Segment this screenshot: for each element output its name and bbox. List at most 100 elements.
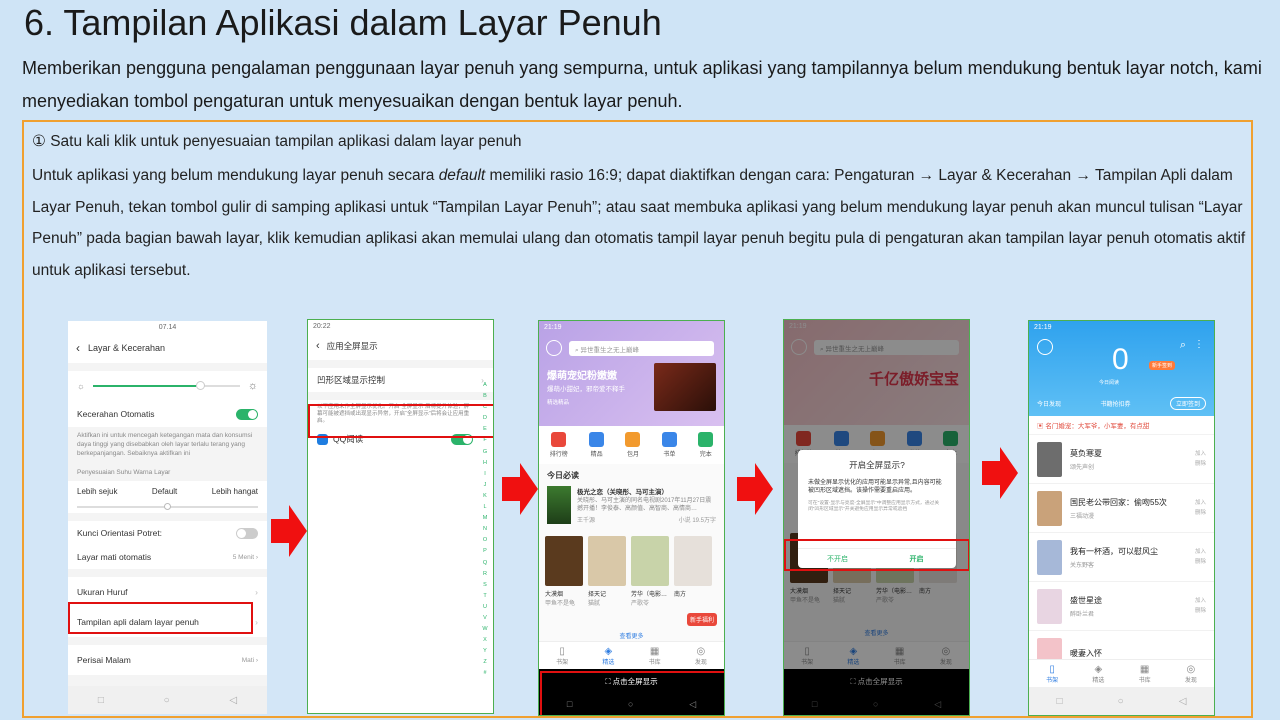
rotation-lock-label: Kunci Orientasi Potret:: [77, 528, 163, 538]
alphabet-letter[interactable]: W: [481, 624, 489, 635]
alphabet-letter[interactable]: Z: [481, 657, 489, 668]
recent-apps-icon[interactable]: □: [98, 695, 104, 706]
auto-brightness-row[interactable]: Kecerahan Otomatis: [68, 401, 267, 427]
warmer-label[interactable]: Lebih hangat: [212, 487, 258, 496]
back-icon[interactable]: ‹: [76, 341, 80, 355]
notch-control-row[interactable]: 凹形区域显示控制 ›: [308, 368, 493, 392]
alphabet-letter[interactable]: R: [481, 569, 489, 580]
recent-apps-icon[interactable]: □: [1057, 696, 1063, 707]
tab-item[interactable]: ▯ 书架: [1046, 664, 1058, 684]
auto-brightness-toggle[interactable]: [236, 408, 258, 420]
tab-item[interactable]: ◈ 精选: [1092, 664, 1104, 684]
more-icon[interactable]: ⋮: [1194, 339, 1204, 350]
alphabet-letter[interactable]: #: [481, 668, 489, 679]
home-icon[interactable]: ○: [164, 695, 170, 706]
back-icon[interactable]: ‹: [316, 340, 320, 352]
gift-badge[interactable]: 新手签到: [1149, 361, 1176, 370]
default-label[interactable]: Default: [152, 487, 177, 496]
shelf-book-row[interactable]: 国民老公带回家：偷吻55次 三福动漫 加入 删除: [1029, 484, 1214, 533]
notice-bar[interactable]: ▣ 名门婚宠：大军爷，小军妻，有点甜: [1029, 416, 1214, 435]
search-icon[interactable]: ⌕: [1180, 339, 1186, 352]
shelf-add-label[interactable]: 加入: [1195, 547, 1206, 557]
night-shield-row[interactable]: Perisai Malam Mati ›: [68, 645, 267, 675]
color-temp-slider[interactable]: [68, 501, 267, 513]
alphabet-letter[interactable]: V: [481, 613, 489, 624]
tab-item[interactable]: ▦ 书库: [1139, 664, 1151, 684]
shelf-book-row[interactable]: 莫负寒夏 颂先声创 加入 删除: [1029, 435, 1214, 484]
shelf-book-author: 醉卧兰君: [1070, 611, 1095, 618]
tab-label: 精选: [602, 660, 615, 666]
status-time: 07.14: [158, 323, 177, 331]
alphabet-letter[interactable]: N: [481, 524, 489, 535]
book-item[interactable]: 大漠烟 甲鱼不是龟: [545, 536, 583, 607]
avatar[interactable]: [1037, 339, 1053, 355]
screen-off-row[interactable]: Layar mati otomatis 5 Menit ›: [68, 545, 267, 569]
reader-banner[interactable]: 21:19 ⌕ 异世重生之无上巅峰 爆萌宠妃粉嫩嫩 爆萌小甜妃，邪帝爱不释手 精…: [539, 321, 724, 426]
alphabet-letter[interactable]: K: [481, 491, 489, 502]
featured-book[interactable]: 极光之恋（关晓彤、马可主演） 关晓彤、马可主演的同名电视剧2017年11月27日…: [539, 484, 724, 526]
promo-badge[interactable]: 新手福利: [686, 613, 717, 626]
search-input[interactable]: ⌕ 异世重生之无上巅峰: [569, 341, 714, 356]
shelf-book-author: 关东野客: [1070, 562, 1095, 569]
category-item[interactable]: 包月: [625, 432, 641, 458]
alphabet-letter[interactable]: O: [481, 535, 489, 546]
category-item[interactable]: 排行榜: [550, 432, 568, 458]
brightness-slider[interactable]: ☼ ☼: [68, 371, 267, 401]
alphabet-letter[interactable]: J: [481, 480, 489, 491]
alphabet-letter[interactable]: U: [481, 602, 489, 613]
alphabet-letter[interactable]: P: [481, 546, 489, 557]
shelf-add-label[interactable]: 加入: [1195, 498, 1206, 508]
book-item[interactable]: 芳华（电影… 严歌苓: [631, 536, 669, 607]
alphabet-letter[interactable]: B: [481, 391, 489, 402]
desc-emphasis: default: [438, 167, 486, 184]
category-item[interactable]: 完本: [698, 432, 714, 458]
alphabet-letter[interactable]: A: [481, 380, 489, 391]
shelf-book-row[interactable]: 我有一杯酒，可以慰风尘 关东野客 加入 删除: [1029, 533, 1214, 582]
shelf-add-label[interactable]: 加入: [1195, 596, 1206, 606]
view-more-link[interactable]: 查看更多: [539, 631, 724, 640]
tab-item[interactable]: ◎ 发现: [1185, 664, 1197, 684]
signin-button[interactable]: 立即签到: [1169, 397, 1206, 410]
alphabet-letter[interactable]: Y: [481, 646, 489, 657]
alphabet-letter[interactable]: G: [481, 447, 489, 458]
alphabet-letter[interactable]: L: [481, 502, 489, 513]
alphabet-letter[interactable]: X: [481, 635, 489, 646]
avatar[interactable]: [546, 340, 562, 356]
today-read-label: 今日发现: [1037, 402, 1062, 408]
nav-back-icon[interactable]: ◁: [229, 695, 237, 706]
desc-part-1: Untuk aplikasi yang belum mendukung laya…: [32, 167, 439, 184]
tab-item[interactable]: ▯ 书架: [556, 646, 568, 666]
alphabet-letter[interactable]: H: [481, 458, 489, 469]
shelf-book-cover: [1037, 539, 1062, 575]
alphabet-letter[interactable]: T: [481, 591, 489, 602]
arrow-right-icon: [271, 505, 307, 557]
shelf-delete-label[interactable]: 删除: [1195, 557, 1206, 567]
shelf-delete-label[interactable]: 删除: [1195, 606, 1206, 616]
color-temp-options[interactable]: Lebih sejuk Default Lebih hangat: [68, 481, 267, 501]
book-item[interactable]: 择天记 猫腻: [588, 536, 626, 607]
tab-item[interactable]: ◎ 发现: [695, 646, 707, 666]
phone-reader-app: 21:19 ⌕ 异世重生之无上巅峰 爆萌宠妃粉嫩嫩 爆萌小甜妃，邪帝爱不释手 精…: [538, 320, 725, 716]
shelf-delete-label[interactable]: 删除: [1195, 508, 1206, 518]
highlight-app-toggle: [308, 404, 493, 438]
shelf-book-row[interactable]: 盛世星途 醉卧兰君 加入 删除: [1029, 582, 1214, 631]
cooler-label[interactable]: Lebih sejuk: [77, 487, 117, 496]
alphabet-letter[interactable]: M: [481, 513, 489, 524]
rotation-lock-toggle[interactable]: [236, 527, 258, 539]
tab-item[interactable]: ▦ 书库: [649, 646, 661, 666]
screen-off-label: Layar mati otomatis: [77, 552, 152, 562]
alphabet-letter[interactable]: S: [481, 580, 489, 591]
shelf-delete-label[interactable]: 删除: [1195, 459, 1206, 469]
category-item[interactable]: 精品: [589, 432, 605, 458]
rotation-lock-row[interactable]: Kunci Orientasi Potret:: [68, 521, 267, 545]
alphabet-letter[interactable]: I: [481, 469, 489, 480]
alphabet-letter[interactable]: Q: [481, 558, 489, 569]
category-item[interactable]: 书单: [661, 432, 677, 458]
book-item[interactable]: 南方: [674, 536, 712, 607]
nav-back-icon[interactable]: ◁: [1179, 696, 1187, 707]
tab-item[interactable]: ◈ 精选: [602, 646, 614, 666]
home-icon[interactable]: ○: [1118, 696, 1124, 707]
shelf-add-label[interactable]: 加入: [1195, 449, 1206, 459]
category-icon: [661, 432, 677, 447]
tab-icon: ▦: [1139, 664, 1150, 675]
